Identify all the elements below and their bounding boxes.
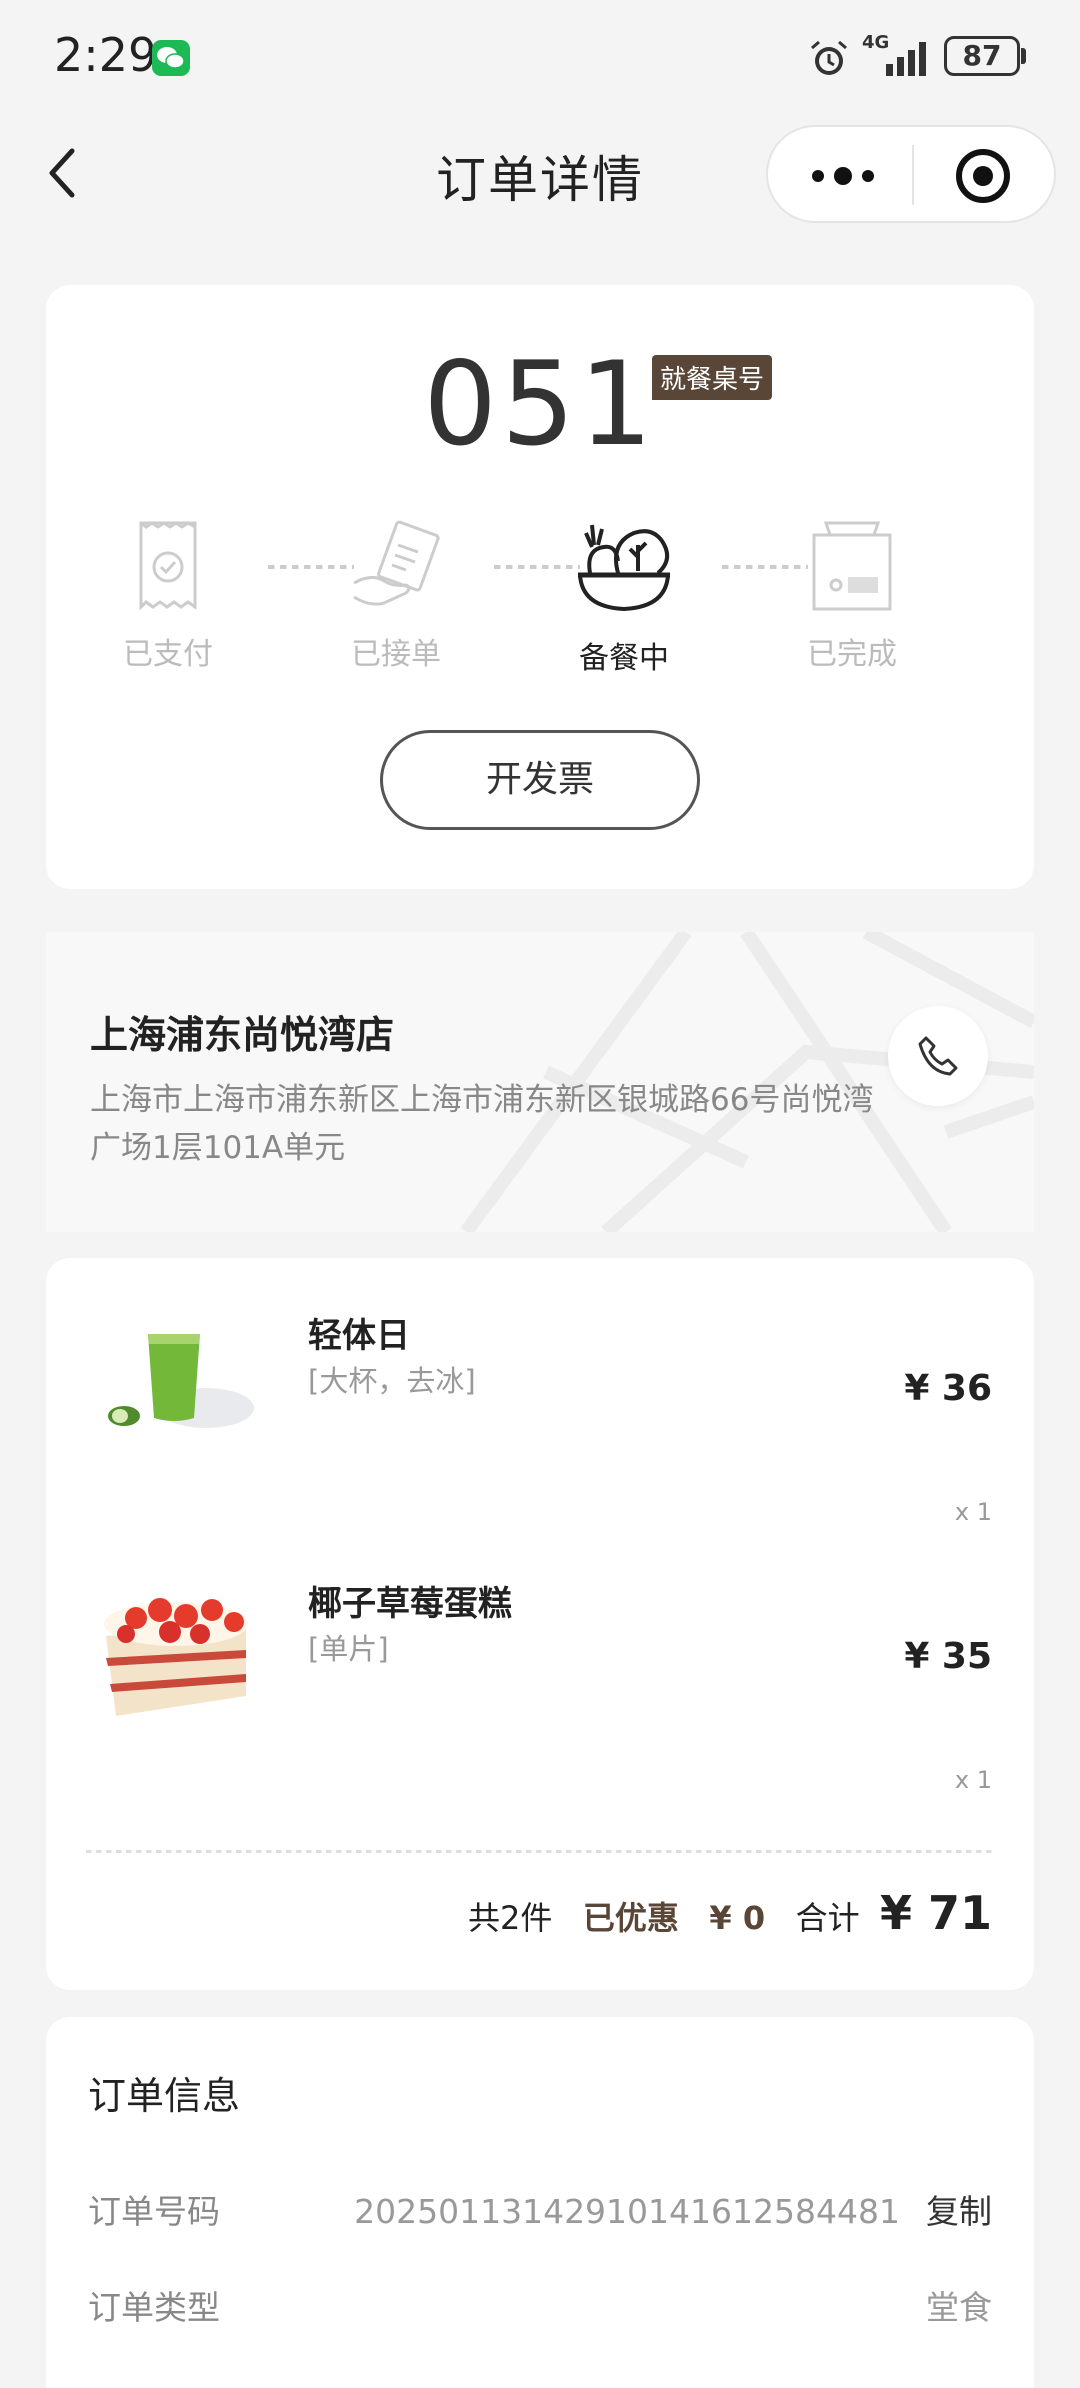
close-target-icon[interactable] [954,147,1012,205]
invoice-button[interactable]: 开发票 [380,730,700,830]
store-address: 上海市上海市浦东新区上海市浦东新区银城路66号尚悦湾广场1层101A单元 [90,1082,874,1166]
total-value: ¥ 71 [879,1886,992,1940]
item-quantity: x 1 [954,1498,992,1526]
copy-button[interactable]: 复制 [926,2192,992,2231]
order-type-value: 堂食 [926,2288,992,2327]
store-name: 上海浦东尚悦湾店 [90,1013,395,1057]
shopping-bag-icon [812,521,892,611]
phone-icon [918,1036,958,1076]
item-name: 轻体日 [308,1316,410,1356]
order-info-card: 订单信息 订单号码 20250113142910141612584481 复制 订… [46,2017,1034,2388]
order-number: 20250113142910141612584481 [354,2192,900,2231]
order-type-row: 订单类型 堂食 [88,2281,992,2341]
hand-receipt-icon [353,520,440,606]
total-label: 合计 [795,1899,860,1937]
status-bar: 2:29 4G 87 [0,0,1080,115]
discount-label: 已优惠 [582,1899,679,1937]
item-price: ¥ 36 [904,1368,992,1409]
step-label: 已接单 [351,637,441,672]
step-label: 已支付 [123,637,213,672]
step-paid: 已支付 [88,517,248,673]
order-summary: 共2件 已优惠 ¥ 0 合计 ¥ 71 [468,1886,992,1940]
info-value: 20250113142910141612584481 复制 [354,2185,992,2233]
order-info-title: 订单信息 [88,2074,241,2118]
more-dots-icon[interactable] [808,156,878,196]
order-items-card: 轻体日 [大杯，去冰] ¥ 36 x 1 椰子草莓蛋糕 [单片] ¥ 35 x … [46,1258,1034,1990]
item-price: ¥ 35 [904,1636,992,1677]
receipt-check-icon [139,521,197,611]
table-number: 051 [423,337,657,472]
order-number-row: 订单号码 20250113142910141612584481 复制 [88,2185,992,2245]
item-name: 椰子草莓蛋糕 [308,1584,512,1624]
battery-icon: 87 [944,36,1020,76]
salad-bowl-icon [577,524,671,612]
step-preparing: 备餐中 [544,517,704,677]
list-item[interactable]: 椰子草莓蛋糕 [单片] ¥ 35 x 1 [46,1526,1034,1796]
capsule-divider [912,145,914,205]
discount-value: ¥ 0 [709,1899,766,1937]
info-label: 订单类型 [88,2288,220,2327]
step-label: 备餐中 [579,641,669,676]
item-spec: [单片] [308,1632,389,1666]
nav-bar: 订单详情 [0,115,1080,235]
step-completed: 已完成 [772,517,932,673]
signal-icon [886,42,926,76]
drink-image [108,1334,254,1428]
item-spec: [大杯，去冰] [308,1364,476,1398]
cake-image [104,1598,248,1716]
info-label: 订单号码 [88,2192,220,2231]
mini-program-capsule [766,125,1056,223]
table-number-badge: 就餐桌号 [652,355,773,400]
list-item[interactable]: 轻体日 [大杯，去冰] ¥ 36 x 1 [46,1258,1034,1528]
store-card: 上海浦东尚悦湾店 上海市上海市浦东新区上海市浦东新区银城路66号尚悦湾广场1层1… [46,932,1034,1232]
step-label: 已完成 [807,637,897,672]
order-status-card: 051 就餐桌号 已支付 已接单 备餐中 已完成 开发票 [46,285,1034,889]
items-divider [86,1850,994,1853]
status-time: 2:29 [54,28,158,82]
item-count: 共2件 [467,1899,553,1937]
call-store-button[interactable] [888,1006,988,1106]
alarm-icon [811,40,847,75]
item-quantity: x 1 [954,1766,992,1794]
step-accepted: 已接单 [316,517,476,673]
wechat-notification-icon [152,40,190,76]
battery-tip [1021,48,1026,64]
